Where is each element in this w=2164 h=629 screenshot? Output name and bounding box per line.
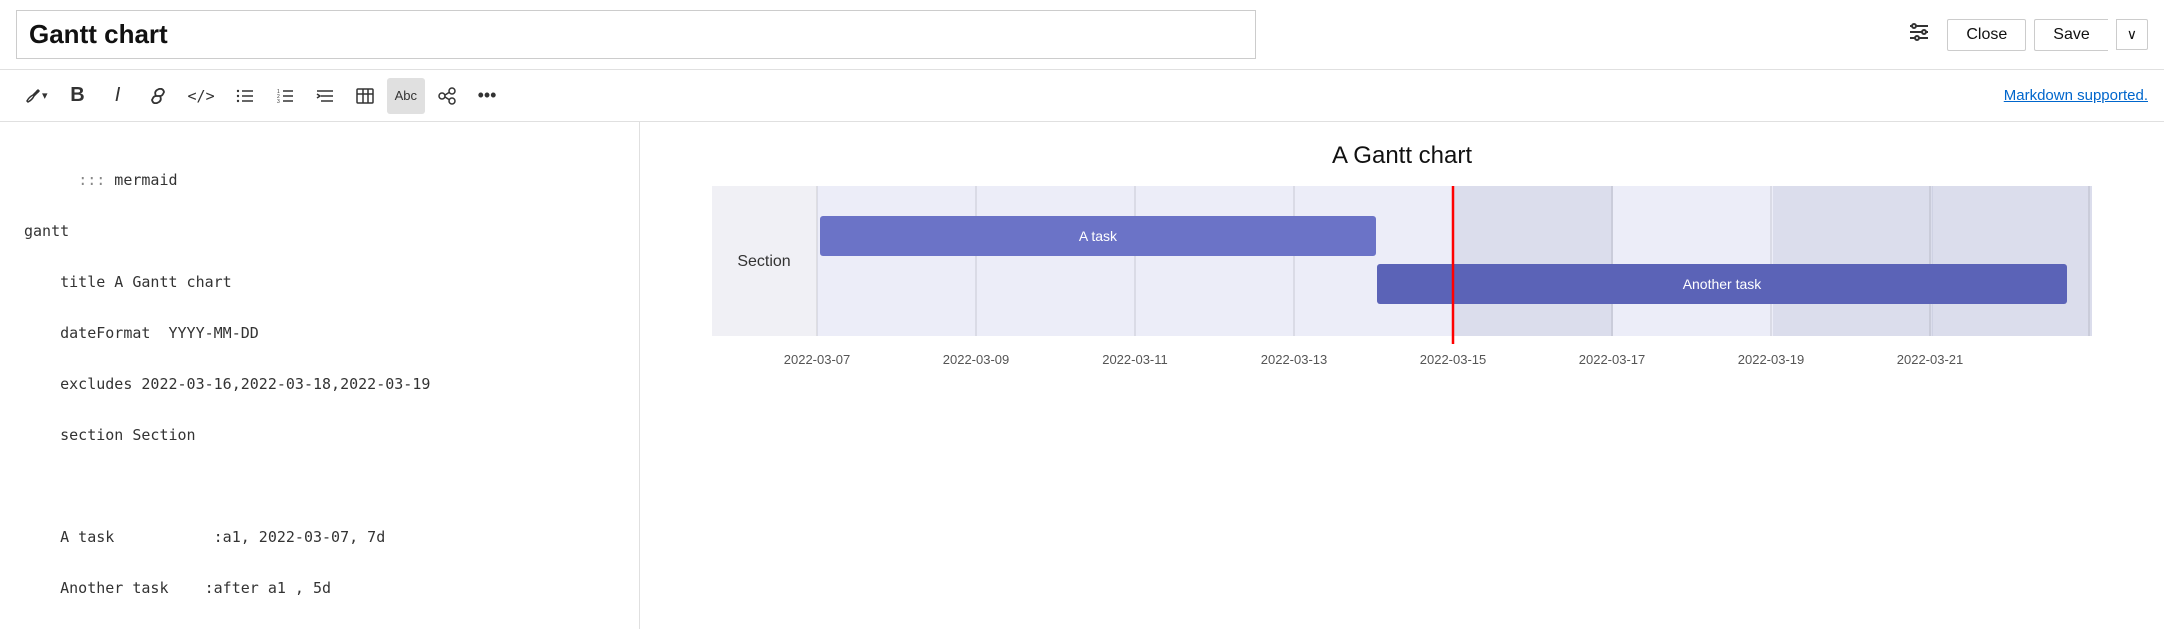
title-input[interactable] — [16, 10, 1256, 59]
code-line-8: A task :a1, 2022-03-07, 7d — [24, 528, 385, 546]
save-dropdown-button[interactable]: ∨ — [2116, 19, 2148, 50]
svg-text:2022-03-17: 2022-03-17 — [1579, 352, 1646, 367]
code-line-3: title A Gantt chart — [24, 273, 232, 291]
svg-text:2022-03-09: 2022-03-09 — [943, 352, 1010, 367]
more-icon: ••• — [478, 85, 497, 106]
chart-title: A Gantt chart — [670, 142, 2134, 170]
link-button[interactable] — [140, 78, 176, 114]
svg-text:2022-03-19: 2022-03-19 — [1738, 352, 1805, 367]
gantt-chart: Section A task Another task 2022-03-07 2… — [670, 186, 2134, 391]
code-line-9: Another task :after a1 , 5d — [24, 579, 331, 597]
settings-button[interactable] — [1899, 14, 1939, 56]
svg-text:3: 3 — [277, 99, 280, 104]
save-button[interactable]: Save — [2034, 19, 2107, 51]
code-line-6: section Section — [24, 426, 196, 444]
svg-text:Section: Section — [737, 253, 790, 270]
indent-button[interactable] — [307, 78, 343, 114]
ordered-list-button[interactable]: 1 2 3 — [267, 78, 303, 114]
preview-pane: A Gantt chart — [640, 122, 2164, 629]
code-button[interactable]: </> — [180, 78, 223, 114]
chevron-down-icon: ∨ — [2127, 26, 2137, 42]
italic-button[interactable]: I — [100, 78, 136, 114]
code-editor[interactable]: ::: mermaid gantt title A Gantt chart da… — [24, 142, 615, 629]
code-line-1: ::: mermaid — [78, 171, 177, 189]
code-icon: </> — [188, 87, 215, 105]
text-icon: Abc — [395, 88, 417, 103]
table-button[interactable] — [347, 78, 383, 114]
header-actions: Close Save ∨ — [1899, 14, 2148, 56]
code-line-4: dateFormat YYYY-MM-DD — [24, 324, 259, 342]
svg-text:2022-03-21: 2022-03-21 — [1897, 352, 1964, 367]
code-line-5: excludes 2022-03-16,2022-03-18,2022-03-1… — [24, 375, 430, 393]
italic-icon: I — [115, 84, 121, 107]
svg-text:2022-03-07: 2022-03-07 — [784, 352, 851, 367]
header: Close Save ∨ — [0, 0, 2164, 70]
unordered-list-button[interactable] — [227, 78, 263, 114]
svg-text:A task: A task — [1079, 228, 1118, 244]
brush-button[interactable]: ▾ — [16, 78, 56, 114]
editor-pane[interactable]: ::: mermaid gantt title A Gantt chart da… — [0, 122, 640, 629]
main-content: ::: mermaid gantt title A Gantt chart da… — [0, 122, 2164, 629]
code-line-2: gantt — [24, 222, 69, 240]
svg-text:2022-03-13: 2022-03-13 — [1261, 352, 1328, 367]
svg-text:Another task: Another task — [1683, 276, 1763, 292]
svg-text:2022-03-15: 2022-03-15 — [1420, 352, 1487, 367]
text-button[interactable]: Abc — [387, 78, 425, 114]
svg-text:2022-03-11: 2022-03-11 — [1102, 352, 1168, 367]
markdown-link[interactable]: Markdown supported. — [2004, 87, 2148, 104]
bold-icon: B — [70, 84, 84, 107]
diagram-button[interactable] — [429, 78, 465, 114]
more-button[interactable]: ••• — [469, 78, 505, 114]
bold-button[interactable]: B — [60, 78, 96, 114]
toolbar: ▾ B I </> 1 2 3 — [0, 70, 2164, 122]
close-button[interactable]: Close — [1947, 19, 2026, 51]
brush-dropdown: ▾ — [42, 89, 48, 102]
